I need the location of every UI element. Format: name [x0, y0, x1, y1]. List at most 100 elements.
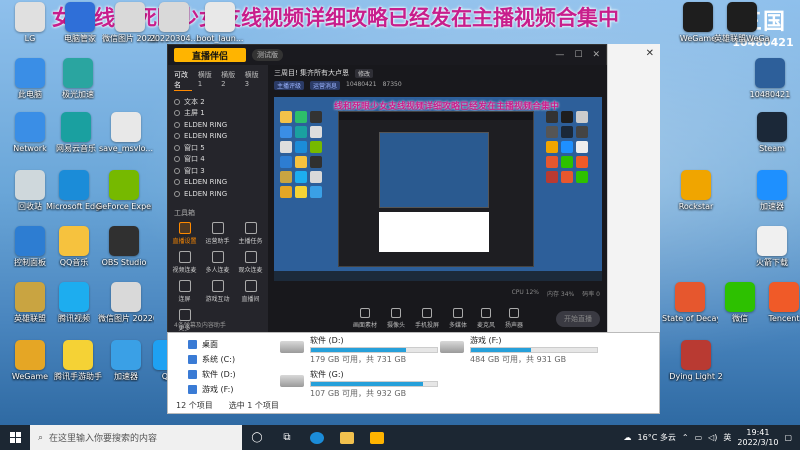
- ime-indicator[interactable]: 英: [723, 432, 731, 443]
- scene-tab[interactable]: 可改名: [174, 70, 192, 91]
- weather-text[interactable]: 16°C 多云: [638, 432, 676, 443]
- desktop-icon[interactable]: 极光加速: [50, 58, 106, 100]
- eye-icon[interactable]: [174, 133, 180, 140]
- desktop-icon[interactable]: 腾讯视频: [46, 282, 102, 324]
- tray-overflow-icon[interactable]: ⌃: [682, 433, 689, 442]
- ops-messages[interactable]: 运营消息: [310, 81, 341, 90]
- desktop-icon[interactable]: QQ音乐: [46, 226, 102, 268]
- scene-source-item[interactable]: ELDEN RING: [168, 119, 268, 131]
- source-label: 摄像头: [386, 321, 405, 329]
- live-app-taskbar-icon[interactable]: [362, 425, 392, 450]
- desktop-icon[interactable]: 10480421: [742, 58, 798, 100]
- tool-button[interactable]: 多人连麦: [201, 250, 234, 274]
- source-button[interactable]: 画面素材: [353, 307, 377, 329]
- tool-button[interactable]: 连屏: [168, 279, 201, 303]
- desktop-icon[interactable]: OBS Studio: [96, 226, 152, 268]
- source-button[interactable]: 扬声器: [505, 307, 523, 329]
- edit-title-button[interactable]: 修改: [355, 68, 374, 78]
- drive-item[interactable]: 软件 (G:) 107 GB 可用，共 932 GB: [280, 369, 440, 399]
- drive-item[interactable]: 游戏 (F:) 484 GB 可用，共 931 GB: [440, 335, 600, 365]
- drive-size: 179 GB 可用，共 731 GB: [310, 355, 407, 364]
- nav-item-desktop[interactable]: 桌面: [188, 337, 236, 352]
- desktop-icon[interactable]: 加速器: [744, 170, 800, 212]
- mobile-game-icon: [63, 340, 93, 370]
- nav-item-c[interactable]: 系统 (C:): [188, 352, 236, 367]
- live-companion-window[interactable]: 直播伴侣 测试版 — ☐ ✕ 可改名 横版 1 横版 2 横版 3 文本 2 主屏…: [167, 44, 608, 333]
- notification-icon[interactable]: ▢: [784, 433, 792, 442]
- drive-item[interactable]: 软件 (D:) 179 GB 可用，共 731 GB: [280, 335, 440, 365]
- source-button[interactable]: 多媒体: [449, 307, 467, 329]
- file-explorer-taskbar-icon[interactable]: [332, 425, 362, 450]
- scene-tab[interactable]: 横版 1: [198, 70, 215, 91]
- desktop-icon[interactable]: 网易云音乐: [48, 112, 104, 154]
- source-button[interactable]: 手机投屏: [415, 307, 439, 329]
- start-live-button[interactable]: 开始直播: [556, 311, 600, 327]
- scene-source-item[interactable]: 窗口 5: [168, 142, 268, 154]
- source-button[interactable]: 麦克风: [477, 307, 495, 329]
- tool-button[interactable]: 直播设置: [168, 221, 201, 245]
- eye-icon[interactable]: [174, 190, 180, 197]
- desktop-icon[interactable]: 微信图片 20220305...: [98, 282, 154, 324]
- close-icon[interactable]: ✕: [646, 48, 654, 59]
- taskbar: ⌕ 在这里输入你要搜索的内容 ◯ ⧉ ☁ 16°C 多云 ⌃ ▭ ◁) 英 19…: [0, 425, 800, 450]
- eye-icon[interactable]: [174, 110, 180, 117]
- network-icon: [15, 112, 45, 142]
- minimize-icon[interactable]: —: [555, 50, 564, 60]
- app-titlebar[interactable]: 直播伴侣 测试版 — ☐ ✕: [168, 45, 606, 65]
- scene-source-item[interactable]: ELDEN RING: [168, 177, 268, 189]
- maximize-icon[interactable]: ☐: [574, 50, 582, 60]
- tool-icon: [211, 279, 224, 292]
- weather-icon[interactable]: ☁: [624, 433, 632, 442]
- eye-icon[interactable]: [174, 156, 180, 163]
- desktop-icon[interactable]: Microsoft Edge: [46, 170, 102, 212]
- desktop-icon[interactable]: Tencent: [756, 282, 800, 324]
- eye-icon[interactable]: [174, 98, 180, 105]
- cortana-icon[interactable]: ◯: [242, 425, 272, 450]
- scene-source-item[interactable]: 主屏 1: [168, 108, 268, 120]
- desktop-icon[interactable]: State of Decay 2: [662, 282, 718, 324]
- tool-button[interactable]: 视频连麦: [168, 250, 201, 274]
- tool-button[interactable]: 游戏互动: [201, 279, 234, 303]
- source-button[interactable]: 摄像头: [386, 307, 405, 329]
- streamer-rating[interactable]: 主播评级: [274, 81, 305, 90]
- network-icon[interactable]: ▭: [695, 433, 703, 442]
- eye-icon[interactable]: [174, 179, 180, 186]
- desktop-icon[interactable]: 火箭下载: [744, 226, 800, 268]
- eye-icon[interactable]: [174, 144, 180, 151]
- desktop-icon[interactable]: GeForce Experience: [96, 170, 152, 212]
- nav-item-f[interactable]: 游戏 (F:): [188, 382, 236, 397]
- tool-button[interactable]: 直播间: [234, 279, 267, 303]
- stream-preview[interactable]: 线和死眼少女支线视频详细攻略已经发在主播视频合集中: [274, 97, 602, 281]
- nav-item-d[interactable]: 软件 (D:): [188, 367, 236, 382]
- scene-source-item[interactable]: 窗口 3: [168, 165, 268, 177]
- volume-icon[interactable]: ◁): [708, 433, 717, 442]
- desktop-icon[interactable]: 英雄联盟WeGame: [714, 2, 770, 44]
- desktop-icon[interactable]: save_msvlo...: [98, 112, 154, 154]
- rockstar-icon: [681, 170, 711, 200]
- scene-source-item[interactable]: ELDEN RING: [168, 131, 268, 143]
- clock[interactable]: 19:41 2022/3/10: [737, 428, 778, 448]
- scene-source-item[interactable]: 窗口 4: [168, 154, 268, 166]
- scene-source-item[interactable]: 文本 2: [168, 96, 268, 108]
- tool-button[interactable]: 运营助手: [201, 221, 234, 245]
- desktop-icon[interactable]: 电脑管家: [52, 2, 108, 44]
- desktop-icon-label: OBS Studio: [101, 258, 147, 267]
- file-explorer-window[interactable]: 桌面 系统 (C:) 软件 (D:) 游戏 (F:) 软件 (D:) 179 G…: [167, 332, 660, 414]
- desktop-icon[interactable]: Rockstar: [668, 170, 724, 212]
- tool-button[interactable]: 主播任务: [234, 221, 267, 245]
- scene-source-item[interactable]: ELDEN RING: [168, 188, 268, 200]
- desktop-icon[interactable]: LG: [2, 2, 58, 44]
- desktop-icon[interactable]: Dying Light 2: [668, 340, 724, 382]
- scene-tab[interactable]: 横版 2: [221, 70, 238, 91]
- taskbar-search[interactable]: ⌕ 在这里输入你要搜索的内容: [30, 425, 242, 450]
- edge-taskbar-icon[interactable]: [302, 425, 332, 450]
- desktop-icon[interactable]: Steam: [744, 112, 800, 154]
- close-icon[interactable]: ✕: [592, 50, 600, 60]
- scene-tab[interactable]: 横版 3: [245, 70, 262, 91]
- start-button[interactable]: [0, 425, 30, 450]
- task-view-icon[interactable]: ⧉: [272, 425, 302, 450]
- tool-button[interactable]: 观众连麦: [234, 250, 267, 274]
- eye-icon[interactable]: [174, 121, 180, 128]
- eye-icon[interactable]: [174, 167, 180, 174]
- desktop-icon[interactable]: boot_laun...: [192, 2, 248, 44]
